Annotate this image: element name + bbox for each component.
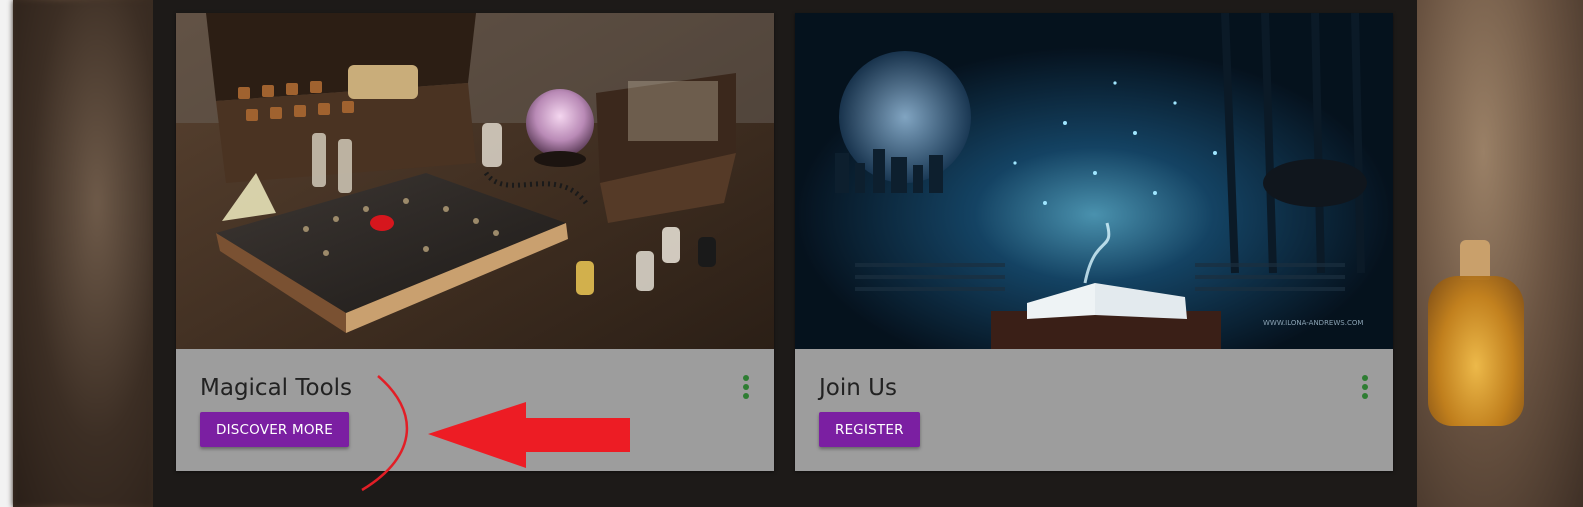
annotation-curve	[361, 375, 409, 492]
annotation-overlay	[361, 375, 630, 492]
red-arrow-icon	[428, 402, 630, 468]
page: Magical Tools DISCOVER MORE WWW.ILONA-AN…	[0, 0, 1583, 507]
